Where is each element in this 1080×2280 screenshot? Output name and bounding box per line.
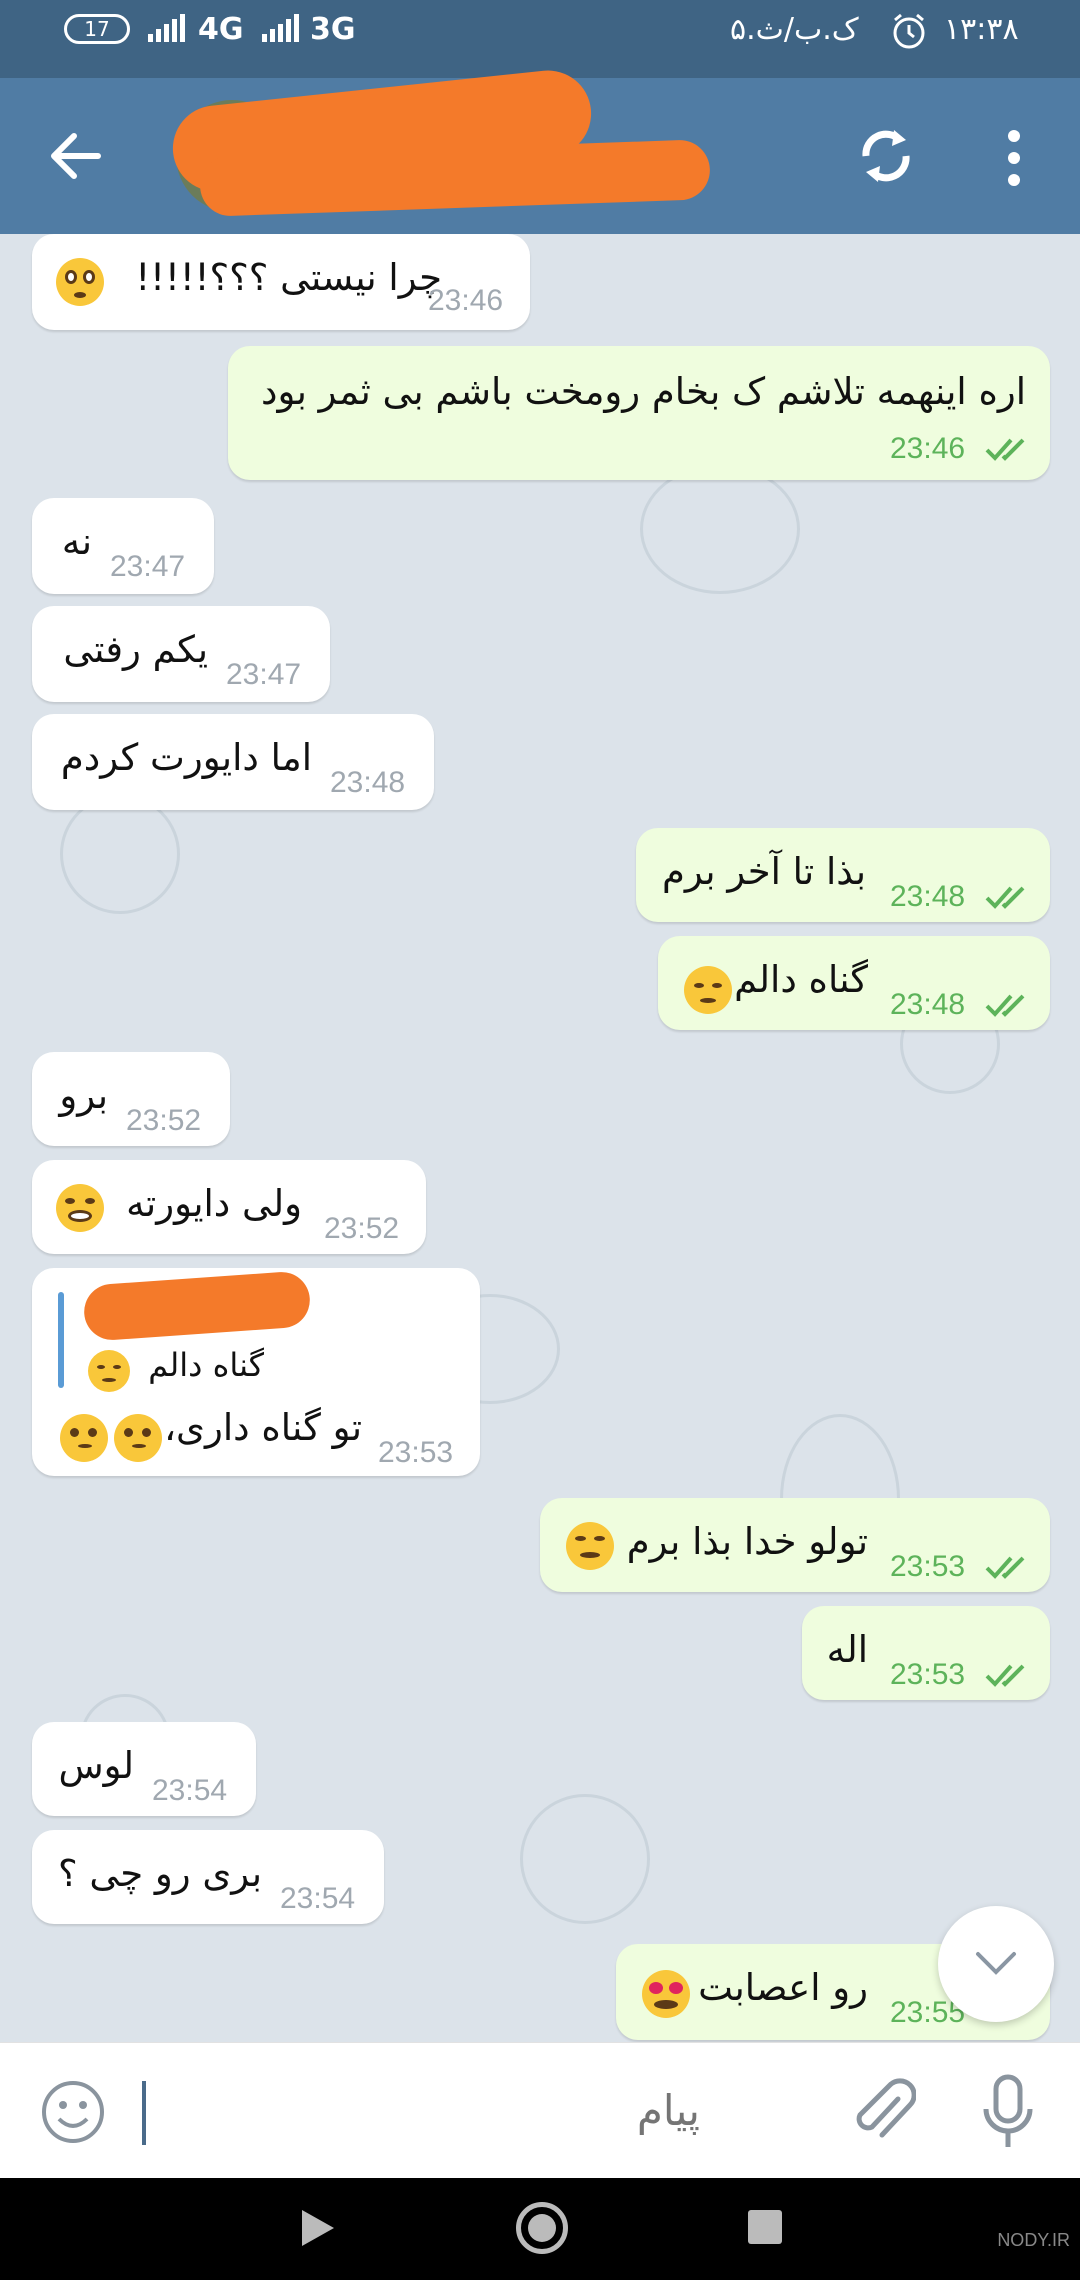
message-text: بری رو چی ؟: [57, 1852, 262, 1895]
message-time: 23:46: [890, 432, 966, 465]
more-vertical-icon[interactable]: [990, 122, 1038, 194]
message-bubble-outgoing[interactable]: اره اینهمه تلاشم ک بخام رومخت باشم بی ثم…: [228, 346, 1050, 480]
message-text: ولی دایورته: [126, 1182, 302, 1225]
message-bubble-incoming[interactable]: یکم رفتی 23:47: [32, 606, 330, 702]
message-text: نه: [61, 520, 92, 563]
background-doodle: [520, 1794, 650, 1924]
message-time: 23:54: [280, 1882, 356, 1915]
double-check-icon: [985, 994, 1025, 1017]
message-bubble-incoming[interactable]: برو 23:52: [32, 1052, 230, 1146]
double-check-icon: [985, 886, 1025, 909]
message-time: 23:48: [890, 988, 966, 1021]
signal-strength-icon: [262, 14, 299, 42]
thinking-emoji-icon: [114, 1414, 162, 1462]
flushed-emoji-icon: [56, 258, 104, 306]
message-bubble-incoming[interactable]: لوس 23:54: [32, 1722, 256, 1816]
message-time: 23:53: [378, 1436, 454, 1469]
message-time: 23:52: [324, 1212, 400, 1245]
double-check-icon: [985, 1556, 1025, 1579]
message-bubble-incoming-reply[interactable]: گناه دالم تو گناه داری، 23:53: [32, 1268, 480, 1476]
message-bubble-incoming[interactable]: اما دایورت کردم 23:48: [32, 714, 434, 810]
message-bubble-incoming[interactable]: نه 23:47: [32, 498, 214, 594]
disappointed-emoji-icon: [684, 966, 732, 1014]
chevron-down-icon: [976, 1952, 1016, 1975]
message-time: 23:47: [110, 550, 186, 583]
message-text: چرا نیستی ؟؟؟!!!!!: [135, 256, 442, 299]
smile-icon[interactable]: [40, 2079, 106, 2145]
message-time: 23:48: [890, 880, 966, 913]
message-time: 23:53: [890, 1550, 966, 1583]
joy-emoji-icon: [56, 1184, 104, 1232]
arrow-left-icon[interactable]: [40, 120, 112, 192]
message-bubble-incoming[interactable]: بری رو چی ؟ 23:54: [32, 1830, 384, 1924]
reply-quote-text: گناه دالم: [148, 1346, 264, 1384]
signal-strength-icon: [148, 14, 185, 42]
message-time: 23:47: [226, 658, 302, 691]
battery-indicator: 17: [64, 14, 130, 44]
message-text: برو: [59, 1074, 108, 1117]
nav-recents-icon[interactable]: [748, 2210, 782, 2244]
message-text: یکم رفتی: [63, 628, 208, 671]
network-type-label: 3G: [310, 12, 356, 47]
system-navigation-bar: NODY.IR: [0, 2178, 1080, 2280]
message-bubble-incoming[interactable]: چرا نیستی ؟؟؟!!!!! 23:46: [32, 234, 530, 330]
status-date: ۵.ک.ب/ث: [730, 12, 859, 47]
double-check-icon: [985, 1664, 1025, 1687]
heart-eyes-emoji-icon: [642, 1970, 690, 2018]
network-type-label: 4G: [198, 12, 244, 47]
paperclip-icon[interactable]: [850, 2077, 916, 2147]
microphone-icon[interactable]: [978, 2073, 1038, 2153]
message-time: 23:48: [330, 766, 406, 799]
chat-header: [0, 66, 1080, 234]
redaction-mark: [82, 1270, 312, 1342]
status-bar: 17 4G 3G ۵.ک.ب/ث ۱۳:۳۸: [0, 0, 1080, 78]
message-text: رو اعصابت: [698, 1966, 868, 2009]
message-time: 23:52: [126, 1104, 202, 1137]
refresh-icon[interactable]: [848, 118, 924, 194]
message-text: تو گناه داری،: [164, 1406, 362, 1449]
message-text: گناه دالم: [734, 958, 868, 1001]
watermark: NODY.IR: [997, 2230, 1070, 2250]
message-input[interactable]: [140, 2073, 700, 2149]
disappointed-emoji-icon: [88, 1350, 130, 1392]
message-text: اره اینهمه تلاشم ک بخام رومخت باشم بی ثم…: [261, 370, 1026, 413]
message-bubble-incoming[interactable]: ولی دایورته 23:52: [32, 1160, 426, 1254]
background-doodle: [640, 464, 800, 594]
message-text: تولو خدا بذا برم: [626, 1520, 868, 1563]
thinking-emoji-icon: [60, 1414, 108, 1462]
message-bubble-outgoing[interactable]: گناه دالم 23:48: [658, 936, 1050, 1030]
message-text: بذا تا آخر برم: [661, 850, 866, 893]
message-bubble-outgoing[interactable]: بذا تا آخر برم 23:48: [636, 828, 1050, 922]
message-text: اما دایورت کردم: [60, 736, 312, 779]
message-text: لوس: [58, 1744, 134, 1787]
nav-back-icon[interactable]: [300, 2208, 336, 2248]
alarm-icon: [893, 13, 925, 49]
message-list[interactable]: چرا نیستی ؟؟؟!!!!! 23:46 اره اینهمه تلاش…: [0, 234, 1080, 2042]
message-time: 23:46: [428, 284, 504, 317]
background-doodle: [60, 794, 180, 914]
message-bubble-outgoing[interactable]: تولو خدا بذا برم 23:53: [540, 1498, 1050, 1592]
message-composer: [0, 2042, 1080, 2178]
persevere-emoji-icon: [566, 1522, 614, 1570]
double-check-icon: [985, 438, 1025, 461]
reply-quote-bar: [58, 1292, 64, 1388]
message-time: 23:54: [152, 1774, 228, 1807]
message-time: 23:53: [890, 1658, 966, 1691]
scroll-to-bottom-button[interactable]: [938, 1906, 1054, 2022]
message-bubble-outgoing[interactable]: اله 23:53: [802, 1606, 1050, 1700]
status-time: ۱۳:۳۸: [944, 12, 1019, 47]
nav-home-icon[interactable]: [516, 2202, 568, 2254]
message-text: اله: [826, 1628, 868, 1671]
